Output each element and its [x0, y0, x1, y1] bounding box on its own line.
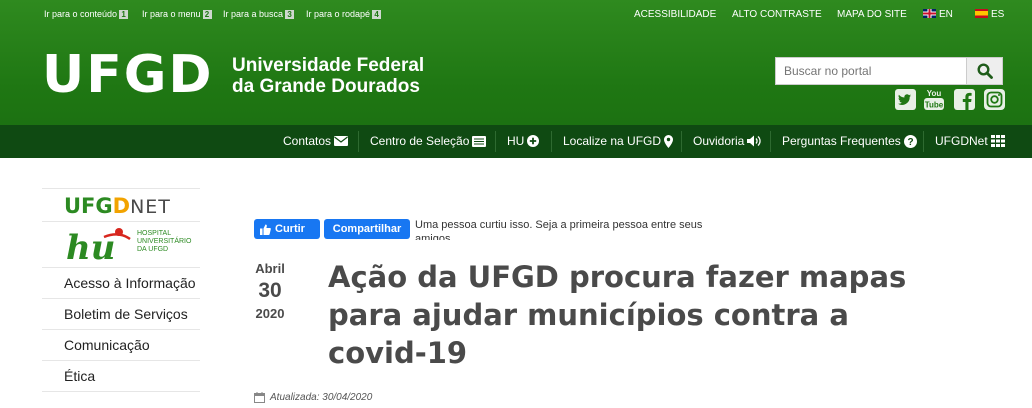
twitter-icon	[894, 88, 916, 110]
search-icon	[976, 63, 993, 79]
plus-circle-icon	[527, 135, 540, 147]
nav-divider	[770, 131, 771, 152]
nav-ufgdnet[interactable]: UFGDNet	[935, 134, 1005, 148]
svg-text:Tube: Tube	[925, 101, 944, 110]
article-updated: Atualizada: 30/04/2020	[254, 392, 372, 403]
question-circle-icon: ?	[903, 134, 917, 148]
article-date-year: 2020	[255, 306, 285, 321]
main-nav: Contatos Centro de Seleção HU Localize n…	[0, 125, 1032, 158]
nav-divider	[681, 131, 682, 152]
nav-localize[interactable]: Localize na UFGD	[563, 134, 674, 148]
nav-divider	[551, 131, 552, 152]
nav-divider	[495, 131, 496, 152]
search-input[interactable]	[776, 58, 966, 84]
nav-contatos[interactable]: Contatos	[283, 134, 349, 148]
youtube-icon: You Tube	[924, 89, 944, 110]
nav-hu[interactable]: HU	[507, 134, 540, 148]
svg-text:?: ?	[907, 137, 913, 148]
calendar-icon	[254, 392, 265, 403]
hu-logo-text: HOSPITAL UNIVERSITÁRIO DA UFGD	[137, 230, 192, 253]
shortcut-key: 1	[119, 9, 129, 19]
skip-to-content-link[interactable]: Ir para o conteúdo 1	[44, 9, 129, 19]
hu-logo-mark: hu	[66, 228, 115, 265]
nav-divider	[923, 131, 924, 152]
shortcut-key: 3	[285, 9, 295, 19]
facebook-icon	[953, 88, 975, 110]
language-en-link[interactable]: EN	[923, 9, 953, 20]
high-contrast-link[interactable]: ALTO CONTRASTE	[732, 9, 822, 20]
hu-logo-icon: hu	[66, 228, 131, 265]
list-icon	[472, 135, 487, 147]
skip-to-footer-link[interactable]: Ir para o rodapé 4	[306, 9, 382, 19]
article-date-month: Abril	[255, 261, 285, 276]
hu-banner[interactable]: hu HOSPITAL UNIVERSITÁRIO DA UFGD	[42, 222, 200, 268]
skip-to-search-link[interactable]: Ir para a busca 3	[223, 9, 295, 19]
top-bar: Ir para o conteúdo 1 Ir para o menu 2 Ir p…	[0, 0, 1032, 30]
nav-perguntas-frequentes[interactable]: Perguntas Frequentes ?	[782, 134, 917, 148]
youtube-link[interactable]: You Tube	[923, 88, 945, 110]
nav-ouvidoria[interactable]: Ouvidoria	[693, 134, 762, 148]
sidebar: UFGDNET hu HOSPITAL UNIVERSITÁRIO DA UFG…	[42, 188, 200, 392]
instagram-link[interactable]	[983, 88, 1005, 110]
grid-icon	[990, 135, 1005, 147]
facebook-share-button[interactable]: Compartilhar	[324, 219, 410, 239]
sitemap-link[interactable]: MAPA DO SITE	[837, 9, 907, 20]
map-marker-icon	[664, 134, 674, 148]
language-es-link[interactable]: ES	[975, 9, 1004, 20]
article-title: Ação da UFGD procura fazer mapas para aj…	[328, 260, 907, 370]
shortcut-key: 4	[372, 9, 382, 19]
ufgdnet-logo: UFGDNET	[64, 194, 171, 218]
sidebar-item-etica[interactable]: Ética	[42, 361, 200, 392]
ufgd-logo[interactable]: UFGD	[42, 49, 214, 101]
skip-to-menu-link[interactable]: Ir para o menu 2	[142, 9, 212, 19]
accessibility-link[interactable]: ACESSIBILIDADE	[634, 9, 716, 20]
facebook-like-button[interactable]: Curtir	[254, 219, 320, 239]
sidebar-item-acesso-informacao[interactable]: Acesso à Informação	[42, 268, 200, 299]
site-header: Ir para o conteúdo 1 Ir para o menu 2 Ir p…	[0, 0, 1032, 158]
university-name[interactable]: Universidade Federal da Grande Dourados	[232, 55, 424, 97]
sidebar-item-comunicacao[interactable]: Comunicação	[42, 330, 200, 361]
ufgdnet-banner[interactable]: UFGDNET	[42, 188, 200, 222]
envelope-icon	[334, 136, 349, 146]
nav-divider	[358, 131, 359, 152]
instagram-icon	[983, 88, 1005, 110]
shortcut-key: 2	[202, 9, 212, 19]
svg-text:You: You	[927, 89, 942, 98]
sidebar-item-boletim-servicos[interactable]: Boletim de Serviços	[42, 299, 200, 330]
article-date-day: 30	[258, 279, 282, 302]
search-button[interactable]	[966, 58, 1002, 84]
facebook-like-count-text: Uma pessoa curtiu isso. Seja a primeira …	[415, 219, 703, 240]
thumbs-up-icon	[260, 224, 271, 235]
uk-flag-icon	[923, 9, 936, 18]
nav-centro-de-selecao[interactable]: Centro de Seleção	[370, 134, 487, 148]
spain-flag-icon	[975, 9, 988, 18]
twitter-link[interactable]	[894, 88, 916, 110]
search-box	[775, 57, 1003, 85]
speaker-icon	[747, 135, 761, 147]
facebook-link[interactable]	[953, 88, 975, 110]
